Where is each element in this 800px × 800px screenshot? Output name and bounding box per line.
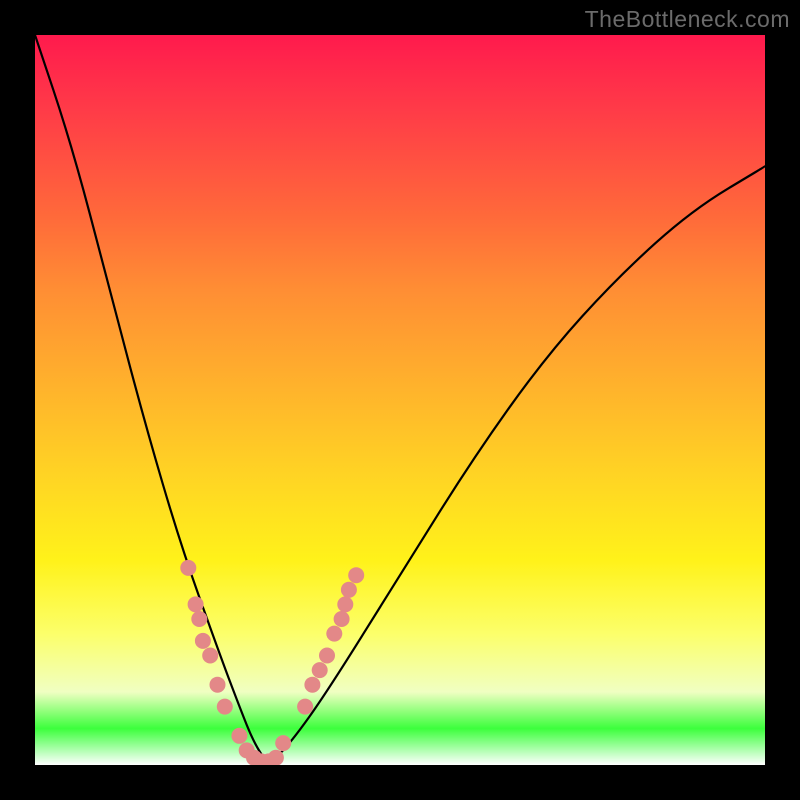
data-dot: [348, 567, 364, 583]
data-dot: [334, 611, 350, 627]
data-dot: [180, 560, 196, 576]
data-dot: [188, 596, 204, 612]
data-dot: [217, 699, 233, 715]
data-dot: [268, 750, 284, 765]
data-dot: [210, 677, 226, 693]
chart-frame: TheBottleneck.com: [0, 0, 800, 800]
data-dot: [312, 662, 328, 678]
data-dot: [341, 582, 357, 598]
data-dot: [304, 677, 320, 693]
watermark-text: TheBottleneck.com: [585, 6, 790, 33]
dot-group: [180, 560, 364, 765]
data-dot: [319, 648, 335, 664]
plot-area: [35, 35, 765, 765]
data-dot: [195, 633, 211, 649]
data-dot: [297, 699, 313, 715]
data-dot: [337, 596, 353, 612]
data-dot: [275, 735, 291, 751]
data-dot: [202, 648, 218, 664]
data-dot: [326, 626, 342, 642]
data-dot: [231, 728, 247, 744]
data-dot: [191, 611, 207, 627]
curve-svg: [35, 35, 765, 765]
bottleneck-curve: [35, 35, 765, 760]
